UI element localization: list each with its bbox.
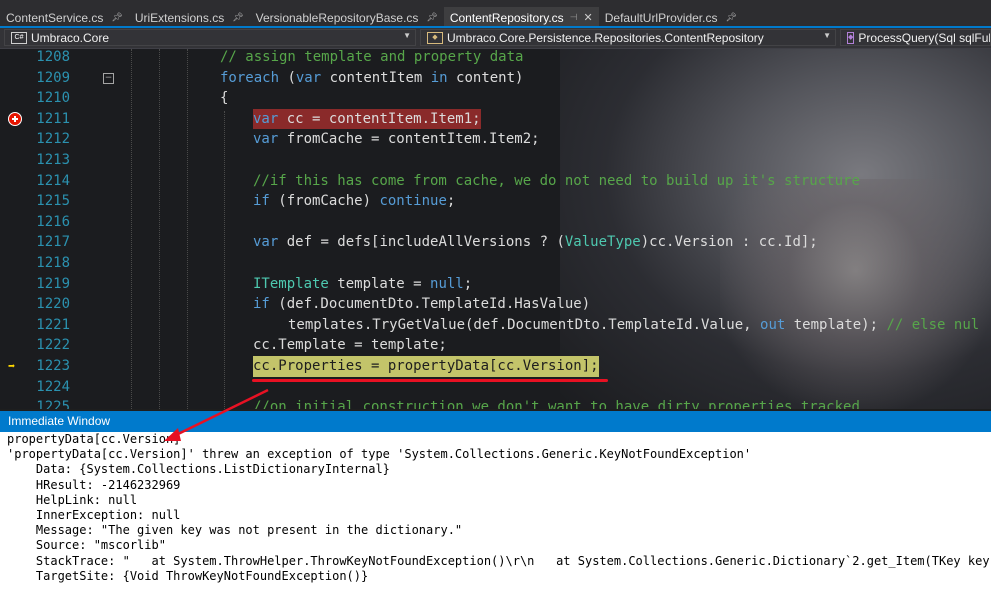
pin-icon[interactable]: 📌︎	[232, 12, 243, 23]
code-text: //if this has come from cache, we do not…	[253, 172, 860, 189]
project-name: Umbraco.Core	[31, 30, 110, 45]
close-icon[interactable]: ✕	[584, 11, 593, 24]
type-dropdown[interactable]: ◆ Umbraco.Core.Persistence.Repositories.…	[420, 29, 836, 46]
current-statement-arrow-icon: ➡	[8, 359, 16, 373]
immediate-window-title: Immediate Window	[8, 414, 111, 428]
document-tab-bar: ContentService.cs 📌︎ UriExtensions.cs 📌︎…	[0, 0, 991, 28]
line-number: 1216	[36, 213, 70, 230]
line-number: 1215	[36, 193, 70, 210]
line-number: 1219	[36, 275, 70, 292]
line-number: 1224	[36, 378, 70, 395]
code-line-breakpoint[interactable]: 1211 var cc = contentItem.Item1;	[0, 108, 991, 130]
code-text: if (fromCache) continue;	[253, 193, 456, 210]
immediate-line: 'propertyData[cc.Version]' threw an exce…	[7, 447, 752, 462]
code-line[interactable]: 1221 templates.TryGetValue(def.DocumentD…	[0, 315, 991, 336]
code-line[interactable]: 1216	[0, 212, 991, 233]
code-text: if (def.DocumentDto.TemplateId.HasValue)	[253, 296, 591, 313]
code-line-current[interactable]: ➡ 1223 cc.Properties = propertyData[cc.V…	[0, 356, 991, 377]
chevron-down-icon: ▼	[403, 31, 411, 40]
code-text: var def = defs[includeAllVersions ? (Val…	[253, 234, 818, 251]
line-number: 1212	[36, 131, 70, 148]
line-number: 1214	[36, 172, 70, 189]
breakpoint-icon[interactable]	[8, 111, 22, 126]
line-number: 1210	[36, 90, 70, 107]
tab-label: ContentService.cs	[6, 10, 104, 25]
member-dropdown[interactable]: ◆ ProcessQuery(Sql sqlFull,	[840, 29, 991, 46]
line-number: 1220	[36, 296, 70, 313]
line-number: 1217	[36, 234, 70, 251]
code-line[interactable]: 1215 if (fromCache) continue;	[0, 191, 991, 212]
immediate-window-header[interactable]: Immediate Window	[0, 411, 991, 432]
code-text: var fromCache = contentItem.Item2;	[253, 131, 540, 148]
immediate-line: InnerException: null	[7, 508, 181, 522]
code-text: // assign template and property data	[220, 49, 524, 65]
code-line[interactable]: 1214 //if this has come from cache, we d…	[0, 171, 991, 192]
code-line[interactable]: 1212 var fromCache = contentItem.Item2;	[0, 129, 991, 150]
code-line[interactable]: 1218	[0, 253, 991, 274]
line-number: 1208	[36, 49, 70, 65]
immediate-line: propertyData[cc.Version]	[7, 432, 181, 446]
type-name: Umbraco.Core.Persistence.Repositories.Co…	[447, 30, 764, 45]
tab-contentrepository[interactable]: ContentRepository.cs ⊣ ✕	[443, 7, 599, 28]
code-line[interactable]: 1225 //on initial construction we don't …	[0, 397, 991, 409]
immediate-line: HelpLink: null	[7, 492, 138, 507]
tab-label: UriExtensions.cs	[134, 10, 225, 25]
tab-label: VersionableRepositoryBase.cs	[255, 10, 419, 25]
tab-uriextensions[interactable]: UriExtensions.cs 📌︎	[129, 7, 250, 28]
tab-defaulturlprovider[interactable]: DefaultUrlProvider.cs 📌︎	[599, 7, 743, 28]
code-line[interactable]: 1209 − foreach (var contentItem in conte…	[0, 68, 991, 89]
member-name: ProcessQuery(Sql sqlFull,	[858, 30, 991, 45]
immediate-line: TargetSite: {Void ThrowKeyNotFoundExcept…	[7, 568, 369, 583]
line-number: 1225	[36, 399, 70, 409]
code-line[interactable]: 1222 cc.Template = template;	[0, 335, 991, 356]
line-number: 1218	[36, 255, 70, 271]
pin-icon[interactable]: 📌︎	[725, 12, 736, 23]
current-statement-code-text: cc.Properties = propertyData[cc.Version]…	[253, 356, 599, 377]
code-text: cc.Template = template;	[253, 337, 447, 354]
immediate-line: HResult: -2146232969	[7, 477, 181, 492]
tab-label: ContentRepository.cs	[449, 10, 564, 25]
code-text: //on initial construction we don't want …	[253, 399, 860, 409]
code-line[interactable]: 1217 var def = defs[includeAllVersions ?…	[0, 232, 991, 253]
code-line[interactable]: 1224	[0, 377, 991, 398]
line-number: 1223	[36, 358, 70, 374]
immediate-line: Source: "mscorlib"	[7, 538, 166, 553]
pin-icon[interactable]: ⊣	[570, 12, 578, 23]
line-number: 1211	[36, 110, 70, 127]
code-text: {	[220, 90, 229, 107]
immediate-line: StackTrace: " at System.ThrowHelper.Thro…	[7, 553, 991, 568]
code-line[interactable]: 1208 // assign template and property dat…	[0, 49, 991, 68]
code-text: foreach (var contentItem in content)	[220, 69, 524, 86]
breakpoint-code-text: var cc = contentItem.Item1;	[253, 108, 481, 130]
code-line[interactable]: 1219 ITemplate template = null;	[0, 274, 991, 295]
method-icon: ◆	[847, 31, 855, 44]
pin-icon[interactable]: 📌︎	[426, 12, 437, 23]
line-number: 1221	[36, 316, 70, 333]
csharp-project-icon: C#	[11, 31, 27, 44]
immediate-line: Message: "The given key was not present …	[7, 523, 463, 538]
class-icon: ◆	[427, 31, 443, 44]
code-text: ITemplate template = null;	[253, 275, 473, 292]
immediate-line: Data: {System.Collections.ListDictionary…	[7, 462, 390, 477]
code-text: templates.TryGetValue(def.DocumentDto.Te…	[288, 316, 980, 333]
project-dropdown[interactable]: C# Umbraco.Core ▼	[4, 29, 416, 46]
line-number: 1222	[36, 337, 70, 354]
chevron-down-icon: ▼	[823, 31, 831, 40]
code-line[interactable]: 1213	[0, 150, 991, 171]
code-editor[interactable]: 1208 // assign template and property dat…	[0, 49, 991, 409]
pin-icon[interactable]: 📌︎	[111, 12, 122, 23]
code-line[interactable]: 1220 if (def.DocumentDto.TemplateId.HasV…	[0, 294, 991, 315]
line-number: 1213	[36, 152, 70, 168]
code-line[interactable]: 1210 {	[0, 88, 991, 109]
collapse-icon[interactable]: −	[103, 72, 114, 84]
tab-label: DefaultUrlProvider.cs	[604, 10, 718, 25]
immediate-window-content[interactable]: propertyData[cc.Version] 'propertyData[c…	[0, 432, 991, 597]
line-number: 1209	[36, 69, 70, 86]
tab-versionablerepositorybase[interactable]: VersionableRepositoryBase.cs 📌︎	[250, 7, 444, 28]
tab-contentservice[interactable]: ContentService.cs 📌︎	[0, 7, 129, 28]
navigation-bar: C# Umbraco.Core ▼ ◆ Umbraco.Core.Persist…	[0, 28, 991, 49]
